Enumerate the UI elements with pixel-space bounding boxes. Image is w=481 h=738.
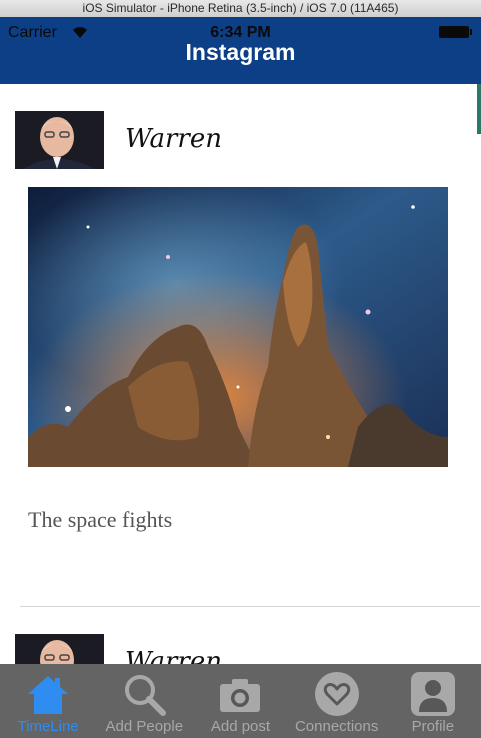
avatar[interactable] (15, 634, 104, 664)
tab-add-people[interactable]: Add People (96, 664, 192, 738)
page-title: Instagram (185, 39, 296, 65)
battery-icon (439, 26, 472, 38)
navigation-bar: Carrier 6:34 PM Instagram (0, 17, 481, 84)
timeline-feed[interactable]: Warren The space fights Warren (0, 84, 481, 664)
tab-timeline[interactable]: TimeLine (0, 664, 96, 738)
tab-connections[interactable]: Connections (289, 664, 385, 738)
tab-label: Connections (294, 718, 379, 735)
home-icon (28, 676, 69, 714)
post-divider (20, 606, 480, 607)
camera-icon (220, 679, 261, 712)
tab-bar: TimeLine Add People Add post Connections… (0, 664, 481, 738)
search-icon (125, 675, 167, 716)
simulator-title-bar: iOS Simulator - iPhone Retina (3.5-inch)… (0, 0, 481, 18)
tab-label: Add post (210, 718, 271, 735)
avatar[interactable] (15, 111, 104, 169)
post-username[interactable]: Warren (125, 647, 222, 664)
tab-label: Add People (105, 718, 184, 735)
tab-profile[interactable]: Profile (385, 664, 481, 738)
post-image[interactable] (28, 187, 448, 467)
profile-icon (410, 672, 455, 716)
tab-label: TimeLine (17, 718, 79, 735)
heart-icon (314, 672, 359, 716)
post-username[interactable]: Warren (125, 124, 222, 154)
post-caption: The space fights (28, 507, 173, 532)
tab-add-post[interactable]: Add post (192, 664, 288, 738)
tab-label: Profile (411, 718, 455, 735)
